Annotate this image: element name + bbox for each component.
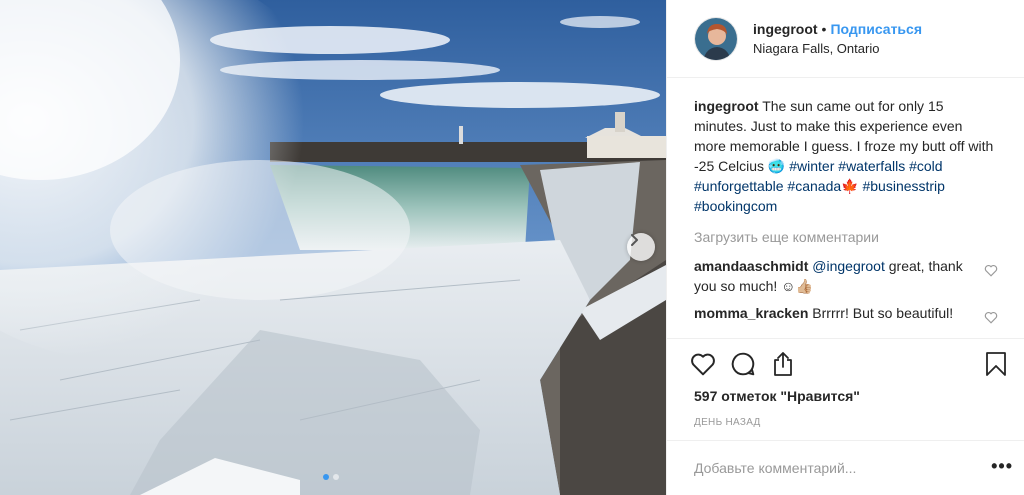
comment-username[interactable]: momma_kracken [694,305,808,321]
comment-username[interactable]: amandaaschmidt [694,258,808,274]
post-actions [667,338,1024,388]
post-photo[interactable] [0,0,666,495]
author-username[interactable]: ingegroot [753,21,818,37]
carousel-indicator [323,474,339,480]
save-button[interactable] [982,350,1010,378]
comment-item: momma_kracken Brrrrr! But so beautiful! [694,303,998,324]
comment-button[interactable] [729,350,757,378]
share-icon [774,352,792,376]
follow-button[interactable]: Подписаться [830,21,922,37]
like-comment-button[interactable] [984,262,998,282]
comment-item: amandaaschmidt @ingegroot great, thank y… [694,256,998,296]
likes-count[interactable]: 597 отметок "Нравится" [694,388,860,404]
header-separator: • [821,20,827,37]
more-options-icon[interactable]: ••• [991,457,1013,475]
post-side-panel: ingegroot • Подписаться Niagara Falls, Ont… [666,0,1024,495]
share-button[interactable] [769,350,797,378]
carousel-dot [333,474,339,480]
next-arrow-icon [631,234,638,246]
instagram-post: ingegroot • Подписаться Niagara Falls, Ont… [0,0,1024,495]
carousel-dot-active [323,474,329,480]
comment-text: Brrrrr! But so beautiful! [812,305,954,321]
comments-section: ingegroot The sun came out for only 15 m… [694,96,998,330]
hashtag-canada[interactable]: #canada [787,178,841,194]
small-heart-icon [984,311,998,324]
caption-username[interactable]: ingegroot [694,98,759,114]
avatar-image [695,17,737,60]
avatar[interactable] [694,16,738,61]
maple-leaf-emoji: 🍁 [841,178,859,194]
post-caption: ingegroot The sun came out for only 15 m… [694,96,994,216]
post-location[interactable]: Niagara Falls, Ontario [753,40,922,58]
hashtag-waterfalls[interactable]: #waterfalls [838,158,905,174]
add-comment-input[interactable] [694,458,974,478]
niagara-falls-image [0,0,666,495]
add-comment-bar: ••• [667,440,1024,495]
like-button[interactable] [689,350,717,378]
header-user-line: ingegroot • Подписаться [753,20,922,38]
like-comment-button[interactable] [984,309,998,329]
small-heart-icon [984,264,998,277]
header-text: ingegroot • Подписаться Niagara Falls, Ont… [753,20,922,58]
comment-icon [731,352,755,376]
comment-mention[interactable]: @ingegroot [812,258,885,274]
heart-icon [691,353,715,376]
hashtag-businesstrip[interactable]: #businesstrip [862,178,945,194]
next-slide-button[interactable] [627,233,655,261]
post-date[interactable]: день назад [694,417,761,428]
post-header: ingegroot • Подписаться Niagara Falls, Ont… [667,0,1024,78]
hashtag-unforgettable[interactable]: #unforgettable [694,178,784,194]
hashtag-cold[interactable]: #cold [909,158,942,174]
load-more-comments-button[interactable]: Загрузить еще комментарии [694,227,994,247]
hashtag-bookingcom[interactable]: #bookingcom [694,198,777,214]
bookmark-icon [986,352,1006,376]
hashtag-winter[interactable]: #winter [789,158,834,174]
